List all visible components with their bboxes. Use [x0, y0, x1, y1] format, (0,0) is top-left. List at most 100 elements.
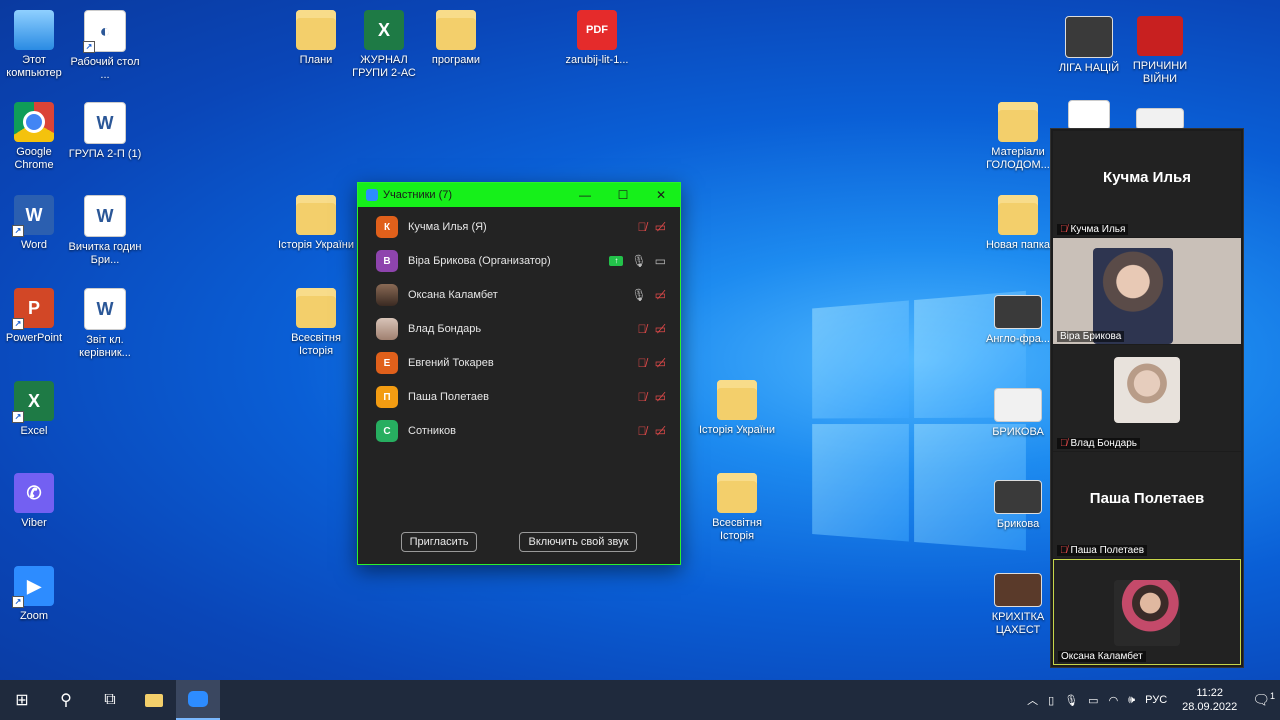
desktop-icon-novaya-papka[interactable]: Новая папка — [980, 195, 1056, 252]
mic-muted-icon: 🎙̸ — [638, 356, 647, 370]
invite-button[interactable]: Пригласить — [401, 532, 478, 552]
participant-row[interactable]: П Паша Полетаев 🎙̸ ▭̸ — [358, 380, 680, 414]
participant-row[interactable]: Влад Бондарь 🎙̸ ▭̸ — [358, 312, 680, 346]
powerpoint-icon: P ↗ — [14, 288, 54, 328]
start-button[interactable]: ⊞ — [0, 680, 44, 720]
word-icon: W — [84, 102, 126, 144]
close-button[interactable]: ✕ — [642, 188, 680, 202]
powerpoint-icon — [994, 480, 1042, 514]
participants-list: К Кучма Илья (Я) 🎙̸ ▭̸ В Віра Брикова (Ор… — [358, 207, 680, 448]
video-tile[interactable]: Віра Брикова — [1053, 238, 1241, 344]
microphone-icon[interactable]: 🎙 — [1064, 694, 1078, 707]
battery-icon[interactable]: ▭ — [1088, 694, 1098, 707]
volume-icon[interactable]: 🕪 — [1128, 694, 1135, 707]
video-tile[interactable]: Паша Полетаев 🎙̸ Паша Полетаев — [1053, 452, 1241, 558]
desktop-icon-zvit[interactable]: W Звіт кл. керівник... — [67, 288, 143, 360]
file-explorer-icon[interactable] — [132, 680, 176, 720]
desktop-icon-vychytka[interactable]: W Вичитка годин Бри... — [67, 195, 143, 267]
notification-count: 1 — [1270, 691, 1275, 701]
avatar: К — [376, 216, 398, 238]
desktop-icon-programy[interactable]: програми — [418, 10, 494, 67]
desktop-icon-word[interactable]: W ↗ Word — [0, 195, 72, 252]
mic-muted-icon: 🎙̸ — [638, 390, 647, 404]
folder-icon — [296, 195, 336, 235]
folder-icon — [717, 380, 757, 420]
participant-name: Паша Полетаев — [408, 391, 638, 403]
chevron-up-icon[interactable]: ︿ — [1027, 692, 1038, 708]
pdf-icon: PDF — [577, 10, 617, 50]
desktop-icon-chrome[interactable]: Google Chrome — [0, 102, 72, 172]
desktop-icon-powerpoint[interactable]: P ↗ PowerPoint — [0, 288, 72, 345]
participant-row[interactable]: В Віра Брикова (Организатор) ↑ 🎙 ▭ — [358, 244, 680, 278]
computer-icon — [14, 10, 54, 50]
desktop-icon-istoriya-ukrainy-2[interactable]: Історія України — [699, 380, 775, 437]
participants-title: Участники (7) — [383, 189, 566, 201]
avatar: С — [376, 420, 398, 442]
avatar: В — [376, 250, 398, 272]
desktop-icon-brykova-2[interactable]: Брикова — [980, 480, 1056, 531]
video-tile[interactable]: 🎙̸ Влад Бондарь — [1053, 345, 1241, 451]
participant-row[interactable]: Е Евгений Токарев 🎙̸ ▭̸ — [358, 346, 680, 380]
maximize-button[interactable]: ☐ — [604, 188, 642, 202]
video-off-icon: ▭̸ — [655, 390, 666, 404]
desktop-icon-vsesvitnya-2[interactable]: Всесвітня Історія — [699, 473, 775, 543]
participant-name: Віра Брикова (Организатор) — [408, 255, 609, 267]
desktop-icon-excel[interactable]: X ↗ Excel — [0, 381, 72, 438]
participant-row[interactable]: К Кучма Илья (Я) 🎙̸ ▭̸ — [358, 210, 680, 244]
video-off-icon: ▭̸ — [655, 356, 666, 370]
participant-row[interactable]: С Сотников 🎙̸ ▭̸ — [358, 414, 680, 448]
desktop-icon-zoom[interactable]: ▶ ↗ Zoom — [0, 566, 72, 623]
video-off-icon: ▭̸ — [655, 424, 666, 438]
clock-date: 28.09.2022 — [1182, 700, 1237, 714]
language-indicator[interactable]: РУС — [1145, 694, 1167, 706]
desktop-icon-krykhitka[interactable]: КРИХІТКА ЦАХЕСТ — [980, 573, 1056, 637]
powerpoint-icon — [1065, 16, 1113, 58]
desktop-icon-materialy[interactable]: Матеріали ГОЛОДОМ... — [980, 102, 1056, 172]
video-gallery[interactable]: Кучма Илья 🎙̸ Кучма Илья Віра Брикова 🎙̸ В… — [1050, 128, 1244, 668]
desktop-icon-viber[interactable]: ✆ Viber — [0, 473, 72, 530]
desktop-icon-liga-natsiy[interactable]: ЛІГА НАЦІЙ — [1051, 16, 1127, 75]
powerpoint-icon — [994, 388, 1042, 422]
desktop-icon-istoriya-ukrainy[interactable]: Історія України — [278, 195, 354, 252]
desktop-icon-prychyny-viyny[interactable]: ПРИЧИНИ ВІЙНИ — [1122, 16, 1198, 86]
participant-name: Кучма Илья (Я) — [408, 221, 638, 233]
desktop-icon-anglo-fra[interactable]: Англо-фра... — [980, 295, 1056, 346]
video-icon: ▭ — [655, 254, 666, 268]
desktop-icon-pdf[interactable]: PDF zarubij-lit-1... — [559, 10, 635, 67]
desktop-icon-zhurnal[interactable]: X ЖУРНАЛ ГРУПИ 2-АС — [346, 10, 422, 80]
clock[interactable]: 11:22 28.09.2022 — [1182, 686, 1237, 714]
unmute-button[interactable]: Включить свой звук — [519, 532, 637, 552]
tile-label: 🎙̸ Влад Бондарь — [1057, 438, 1140, 449]
folder-icon — [998, 102, 1038, 142]
minimize-button[interactable]: — — [566, 188, 604, 202]
video-off-icon: ▭̸ — [655, 288, 666, 302]
desktop-icon-brykova[interactable]: БРИКОВА — [980, 388, 1056, 439]
tile-label: 🎙̸ Кучма Илья — [1057, 224, 1128, 235]
taskbar: ⊞ ⚲ ⧉ ︿ ▯ 🎙 ▭ ◠ 🕪 РУС 11:22 28.09.2022 🗨… — [0, 680, 1280, 720]
desktop-icon-vsesvitnya[interactable]: Всесвітня Історія — [278, 288, 354, 358]
network-icon[interactable]: ◠ — [1109, 694, 1119, 707]
desktop-icon-grupa-2p[interactable]: W ГРУПА 2-П (1) — [67, 102, 143, 161]
zoom-taskbar-icon[interactable] — [176, 680, 220, 720]
participants-titlebar[interactable]: Участники (7) — ☐ ✕ — [358, 183, 680, 207]
avatar — [376, 284, 398, 306]
task-view-icon[interactable]: ⧉ — [88, 680, 132, 720]
notifications-icon[interactable]: 🗨1 — [1252, 691, 1275, 709]
desktop-icon-this-pc[interactable]: Этот компьютер — [0, 10, 72, 80]
excel-icon: X ↗ — [14, 381, 54, 421]
device-icon[interactable]: ▯ — [1048, 694, 1054, 707]
video-tile[interactable]: Оксана Каламбет — [1053, 559, 1241, 665]
participant-name: Влад Бондарь — [408, 323, 638, 335]
viber-icon: ✆ — [14, 473, 54, 513]
participant-row[interactable]: Оксана Каламбет 🎙 ▭̸ — [358, 278, 680, 312]
participants-window[interactable]: Участники (7) — ☐ ✕ К Кучма Илья (Я) 🎙̸ ▭… — [357, 182, 681, 565]
desktop-icon-desktop-shortcut[interactable]: ◐ ↗ Рабочий стол ... — [67, 10, 143, 82]
search-icon[interactable]: ⚲ — [44, 680, 88, 720]
mic-muted-icon: 🎙̸ — [1060, 545, 1068, 556]
mic-muted-icon: 🎙̸ — [1060, 438, 1068, 449]
zoom-icon: ▶ ↗ — [14, 566, 54, 606]
video-tile[interactable]: Кучма Илья 🎙̸ Кучма Илья — [1053, 131, 1241, 237]
screen-share-icon: ↑ — [609, 256, 623, 266]
mic-muted-icon: 🎙̸ — [638, 220, 647, 234]
desktop-icon-plany[interactable]: Плани — [278, 10, 354, 67]
